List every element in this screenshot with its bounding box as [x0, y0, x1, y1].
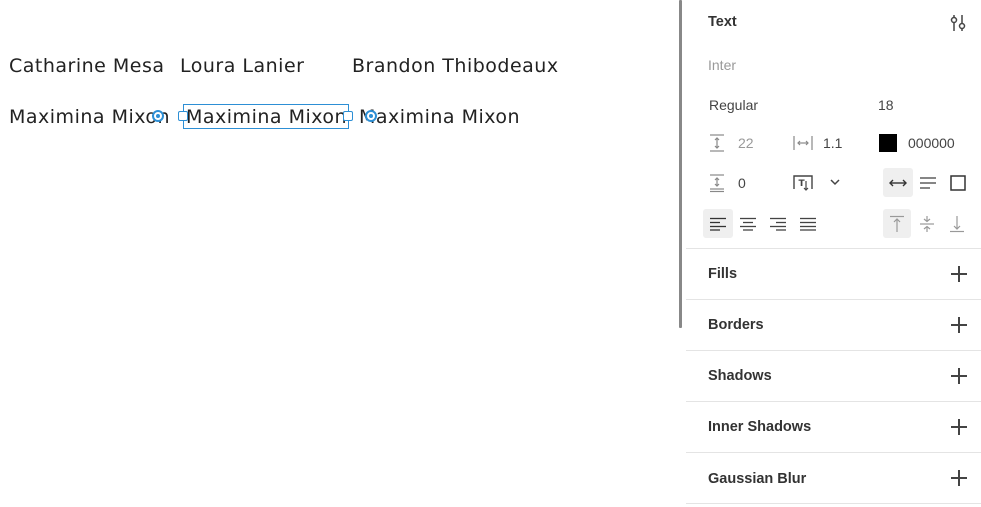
divider: [686, 248, 981, 249]
gaussian-blur-section-title: Gaussian Blur: [708, 471, 807, 487]
selection-box[interactable]: [183, 104, 349, 129]
fills-section-title: Fills: [708, 266, 738, 282]
fixed-size-icon[interactable]: [949, 174, 967, 192]
text-layer[interactable]: Catharine Mesa: [9, 55, 165, 77]
divider: [686, 503, 981, 504]
inspector-panel: Text Inter Regular 18 22 1.1 000000 0 T …: [686, 0, 981, 507]
borders-section-title: Borders: [708, 317, 764, 333]
add-border-icon[interactable]: [951, 317, 967, 333]
add-gaussian-blur-icon[interactable]: [951, 470, 967, 486]
design-canvas[interactable]: Catharine Mesa Loura Lanier Brandon Thib…: [0, 0, 680, 507]
add-fill-icon[interactable]: [951, 266, 967, 282]
color-swatch[interactable]: [879, 134, 897, 152]
text-layer[interactable]: Brandon Thibodeaux: [352, 55, 559, 77]
letter-spacing-field[interactable]: 1.1: [823, 135, 842, 151]
rotate-handle-right[interactable]: [365, 110, 377, 122]
divider: [686, 299, 981, 300]
add-inner-shadow-icon[interactable]: [951, 419, 967, 435]
paragraph-spacing-field[interactable]: 0: [738, 175, 746, 191]
align-top-icon[interactable]: [883, 209, 911, 238]
letter-spacing-icon: [792, 133, 814, 153]
divider: [686, 452, 981, 453]
text-section-title: Text: [708, 14, 737, 30]
align-middle-icon[interactable]: [918, 214, 936, 234]
line-height-icon: [708, 133, 726, 153]
chevron-down-icon[interactable]: [828, 174, 842, 190]
divider: [686, 401, 981, 402]
font-size-field[interactable]: 18: [878, 97, 894, 113]
resize-handle-right[interactable]: [343, 111, 353, 121]
text-layer[interactable]: Maximina Mixon: [359, 106, 520, 128]
auto-height-icon[interactable]: [918, 173, 938, 193]
auto-width-icon[interactable]: [883, 168, 913, 197]
add-shadow-icon[interactable]: [951, 368, 967, 384]
align-bottom-icon[interactable]: [948, 214, 966, 234]
rotate-handle-left[interactable]: [152, 110, 164, 122]
resize-handle-left[interactable]: [178, 111, 188, 121]
text-layer[interactable]: Loura Lanier: [180, 55, 304, 77]
align-center-icon[interactable]: [738, 215, 758, 233]
divider: [686, 350, 981, 351]
font-family-field[interactable]: Inter: [708, 57, 736, 73]
line-height-field[interactable]: 22: [738, 135, 754, 151]
inner-shadows-section-title: Inner Shadows: [708, 419, 812, 435]
text-settings-icon[interactable]: [948, 12, 968, 34]
text-transform-icon[interactable]: T: [792, 172, 814, 194]
align-left-icon[interactable]: [703, 209, 733, 238]
shadows-section-title: Shadows: [708, 368, 772, 384]
font-weight-field[interactable]: Regular: [709, 97, 758, 113]
paragraph-spacing-icon: [708, 173, 726, 193]
canvas-scrollbar[interactable]: [679, 0, 682, 328]
align-right-icon[interactable]: [768, 215, 788, 233]
align-justify-icon[interactable]: [798, 215, 818, 233]
text-layer[interactable]: Maximina Mixon: [9, 106, 170, 128]
color-hex-field[interactable]: 000000: [908, 135, 955, 151]
svg-text:T: T: [799, 179, 806, 189]
